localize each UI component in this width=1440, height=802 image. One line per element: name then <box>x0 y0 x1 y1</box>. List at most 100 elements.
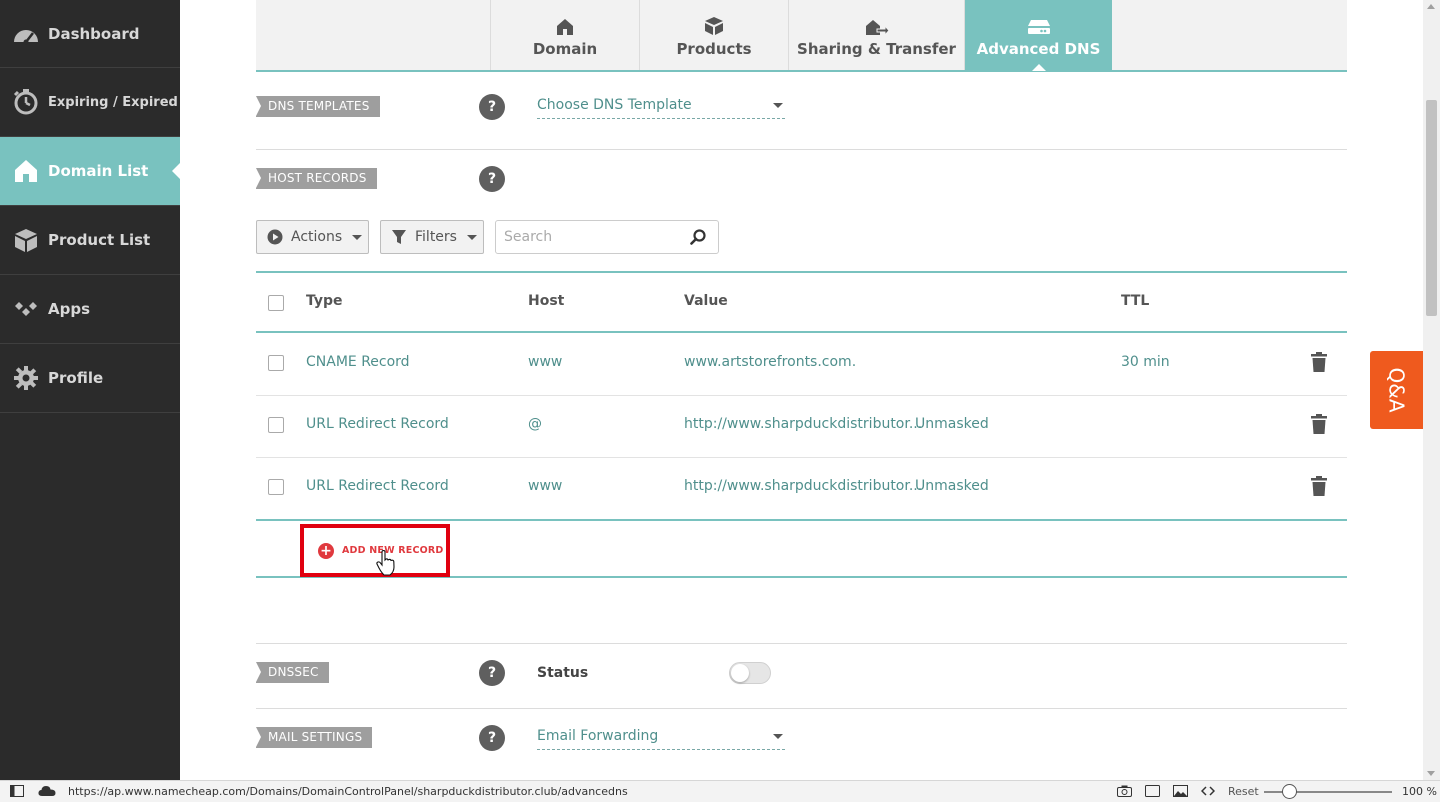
play-circle-icon <box>267 229 283 245</box>
tab-domain[interactable]: Domain <box>490 0 639 70</box>
chevron-down-icon <box>466 234 477 240</box>
sidebar-item-domain-list[interactable]: Domain List <box>0 137 181 206</box>
sidebar-item-label: Apps <box>48 300 91 318</box>
vertical-scrollbar[interactable] <box>1423 0 1440 780</box>
record-type[interactable]: URL Redirect Record <box>306 478 449 494</box>
trash-icon[interactable] <box>1311 352 1327 376</box>
qa-label: Q&A <box>1384 367 1409 413</box>
mail-settings-help-button[interactable]: ? <box>479 725 505 751</box>
home-icon <box>12 157 40 185</box>
zoom-reset-button[interactable]: Reset <box>1228 785 1259 798</box>
trash-icon[interactable] <box>1311 476 1327 500</box>
sidebar-item-label: Domain List <box>48 162 149 180</box>
chevron-down-icon <box>352 234 363 240</box>
divider <box>256 708 1347 709</box>
record-value[interactable]: www.artstorefronts.com. <box>684 354 856 370</box>
sidebar-item-label: Profile <box>48 369 104 387</box>
filters-button[interactable]: Filters <box>380 220 484 254</box>
table-header: Type Host Value TTL <box>256 273 1347 333</box>
record-redirect-type[interactable]: Unmasked <box>915 416 989 432</box>
status-url: https://ap.www.namecheap.com/Domains/Dom… <box>68 785 628 798</box>
sidebar-toggle-icon[interactable] <box>10 785 24 800</box>
search-input[interactable] <box>496 221 676 253</box>
toggle-knob <box>731 664 749 682</box>
divider <box>256 643 1347 644</box>
actions-button[interactable]: Actions <box>256 220 369 254</box>
record-type[interactable]: URL Redirect Record <box>306 416 449 432</box>
mail-settings-dropdown[interactable]: Email Forwarding <box>537 726 785 750</box>
record-value[interactable]: http://www.sharpduckdistributor... <box>684 478 922 494</box>
gear-icon <box>12 364 40 392</box>
tab-label: Advanced DNS <box>976 40 1101 58</box>
record-ttl[interactable]: 30 min <box>1121 354 1170 370</box>
domain-tabs: Domain Products Sharing & Transfer Advan… <box>256 0 1347 72</box>
sidebar-item-expiring[interactable]: Expiring / Expired <box>0 68 180 137</box>
table-row[interactable]: URL Redirect Record @ http://www.sharpdu… <box>256 396 1347 458</box>
dns-templates-help-button[interactable]: ? <box>479 94 505 120</box>
mail-settings-dropdown-value: Email Forwarding <box>537 728 659 744</box>
box-icon <box>12 226 40 254</box>
row-checkbox[interactable] <box>268 355 284 371</box>
timer-icon <box>12 88 40 116</box>
camera-icon[interactable] <box>1117 785 1132 800</box>
scroll-up-arrow-icon[interactable] <box>1427 4 1435 9</box>
dnssec-help-button[interactable]: ? <box>479 660 505 686</box>
record-host[interactable]: www <box>528 478 562 494</box>
column-header-host[interactable]: Host <box>528 293 564 309</box>
filter-icon <box>391 229 407 245</box>
record-type[interactable]: CNAME Record <box>306 354 410 370</box>
zoom-level: 100 % <box>1402 785 1437 798</box>
scroll-down-arrow-icon[interactable] <box>1427 771 1435 776</box>
table-row[interactable]: CNAME Record www www.artstorefronts.com.… <box>256 334 1347 396</box>
sidebar-item-label: Expiring / Expired <box>48 94 178 110</box>
sidebar-item-product-list[interactable]: Product List <box>0 206 180 275</box>
dns-template-dropdown-value: Choose DNS Template <box>537 97 692 113</box>
column-header-value[interactable]: Value <box>684 293 728 309</box>
row-checkbox[interactable] <box>268 417 284 433</box>
host-records-label: HOST RECORDS <box>256 168 377 189</box>
sidebar-item-dashboard[interactable]: Dashboard <box>0 0 180 68</box>
tab-label: Sharing & Transfer <box>797 40 956 58</box>
tab-products[interactable]: Products <box>639 0 788 70</box>
column-header-type[interactable]: Type <box>306 293 343 309</box>
dns-template-dropdown[interactable]: Choose DNS Template <box>537 95 785 119</box>
table-row[interactable]: URL Redirect Record www http://www.sharp… <box>256 458 1347 520</box>
search-box <box>495 220 719 254</box>
scrollbar-thumb[interactable] <box>1426 100 1437 316</box>
qa-tab[interactable]: Q&A <box>1370 351 1423 429</box>
trash-icon[interactable] <box>1311 414 1327 438</box>
add-record-row: + ADD NEW RECORD <box>256 519 1347 578</box>
filters-label: Filters <box>415 229 457 245</box>
browser-status-bar: https://ap.www.namecheap.com/Domains/Dom… <box>0 780 1440 802</box>
host-records-help-button[interactable]: ? <box>479 166 505 192</box>
chevron-down-icon <box>773 103 783 108</box>
record-host[interactable]: www <box>528 354 562 370</box>
window-icon[interactable] <box>1145 785 1160 800</box>
record-value[interactable]: http://www.sharpduckdistributor... <box>684 416 922 432</box>
sidebar-item-label: Product List <box>48 231 151 249</box>
row-checkbox[interactable] <box>268 479 284 495</box>
server-icon <box>1027 12 1051 36</box>
select-all-checkbox[interactable] <box>268 295 284 311</box>
tab-sharing-transfer[interactable]: Sharing & Transfer <box>788 0 964 70</box>
code-icon[interactable] <box>1200 785 1216 800</box>
record-host[interactable]: @ <box>528 416 542 432</box>
dns-templates-label: DNS TEMPLATES <box>256 96 380 117</box>
dnssec-status-label: Status <box>537 665 589 681</box>
main-content: Domain Products Sharing & Transfer Advan… <box>256 0 1347 751</box>
actions-label: Actions <box>291 229 343 245</box>
sidebar-item-apps[interactable]: Apps <box>0 275 180 344</box>
add-new-record-button[interactable]: + ADD NEW RECORD <box>300 524 450 577</box>
image-icon[interactable] <box>1173 785 1188 800</box>
tab-label: Domain <box>532 40 598 58</box>
record-redirect-type[interactable]: Unmasked <box>915 478 989 494</box>
sidebar-item-profile[interactable]: Profile <box>0 344 180 413</box>
zoom-slider-thumb[interactable] <box>1282 784 1297 799</box>
column-header-ttl[interactable]: TTL <box>1121 293 1149 309</box>
chevron-down-icon <box>773 734 783 739</box>
dnssec-toggle[interactable] <box>729 662 771 684</box>
tab-advanced-dns[interactable]: Advanced DNS <box>964 0 1112 71</box>
cloud-icon[interactable] <box>38 785 56 800</box>
search-icon[interactable] <box>690 229 706 249</box>
transfer-icon <box>865 12 889 36</box>
